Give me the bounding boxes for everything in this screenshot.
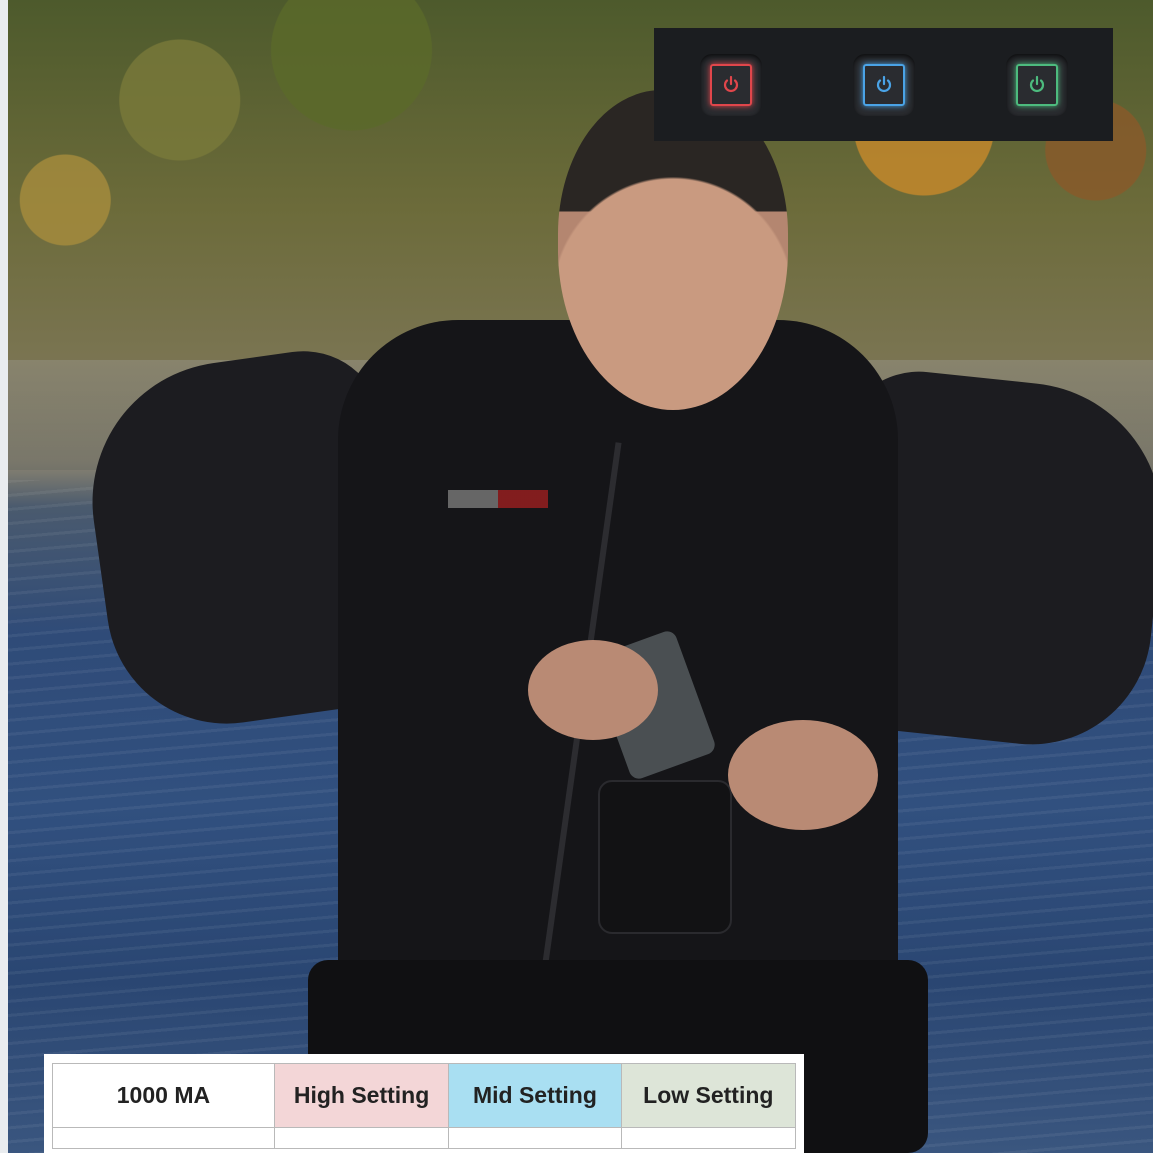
power-button-green[interactable] (1005, 53, 1068, 116)
power-button-red[interactable] (699, 53, 762, 116)
power-button-inset (654, 28, 1113, 141)
table-cell (448, 1127, 622, 1149)
header-mid-setting: Mid Setting (448, 1063, 622, 1128)
table-cell (620, 1127, 797, 1149)
table-header-row: 1000 MA High Setting Mid Setting Low Set… (52, 1063, 797, 1128)
settings-table-panel: 1000 MA High Setting Mid Setting Low Set… (44, 1054, 804, 1153)
diver-wearing-heated-vest (74, 20, 1153, 1153)
left-hand (528, 640, 658, 740)
power-icon (862, 63, 905, 106)
power-icon (709, 63, 752, 106)
header-capacity: 1000 MA (52, 1063, 275, 1128)
product-photo (8, 0, 1153, 1153)
header-high-setting: High Setting (273, 1063, 450, 1128)
vest-logo (448, 490, 548, 508)
table-cell (52, 1127, 275, 1149)
header-low-setting: Low Setting (620, 1063, 797, 1128)
table-row (52, 1127, 797, 1149)
power-icon (1015, 63, 1058, 106)
power-button-blue[interactable] (852, 53, 915, 116)
right-hand (728, 720, 878, 830)
battery-pocket (598, 780, 732, 934)
table-cell (273, 1127, 450, 1149)
heat-settings-table: 1000 MA High Setting Mid Setting Low Set… (52, 1063, 797, 1149)
